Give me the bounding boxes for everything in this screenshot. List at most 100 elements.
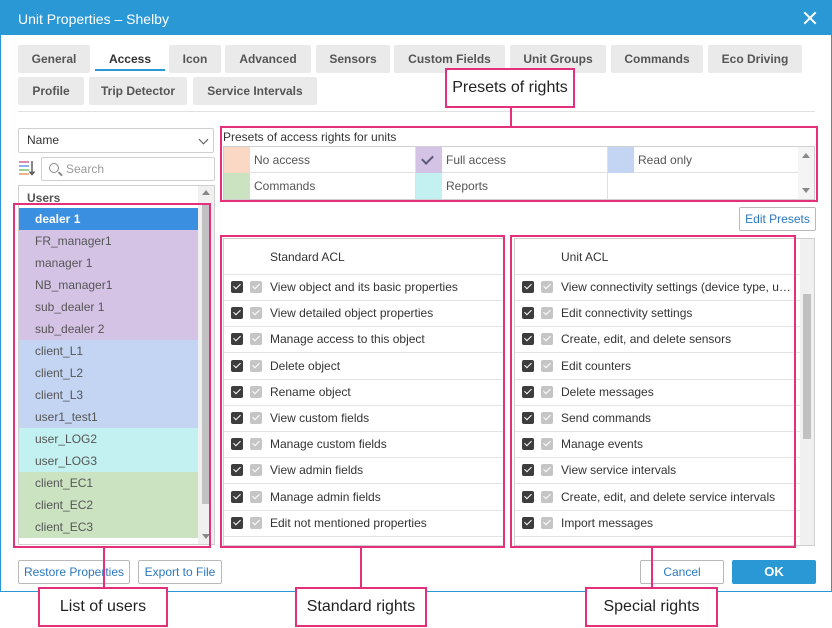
checkbox-inherited[interactable] bbox=[541, 281, 553, 293]
checkbox-inherited[interactable] bbox=[250, 516, 262, 529]
user-list-item[interactable]: NB_manager1 bbox=[19, 274, 198, 296]
user-list-item[interactable]: client_EC3 bbox=[19, 516, 198, 538]
tab-trip-detector[interactable]: Trip Detector bbox=[89, 77, 187, 105]
ok-button[interactable]: OK bbox=[732, 560, 816, 584]
checkbox-inherited[interactable] bbox=[541, 464, 553, 477]
checkbox-checked[interactable] bbox=[231, 307, 243, 320]
checkbox-inherited[interactable] bbox=[541, 412, 553, 424]
checkbox-inherited[interactable] bbox=[250, 359, 262, 372]
unit-acl-panel: Unit ACL View connectivity settings (dev… bbox=[514, 238, 815, 546]
checkbox-inherited[interactable] bbox=[541, 438, 553, 451]
users-scrollbar[interactable] bbox=[198, 186, 214, 544]
checkbox-inherited[interactable] bbox=[250, 464, 262, 477]
acl-right-label: Edit connectivity settings bbox=[561, 306, 693, 321]
search-input[interactable] bbox=[66, 161, 206, 177]
edit-presets-button[interactable]: Edit Presets bbox=[739, 207, 816, 231]
checkbox-checked[interactable] bbox=[522, 281, 534, 293]
preset-reports[interactable]: Reports bbox=[416, 173, 608, 199]
tab-profile[interactable]: Profile bbox=[18, 77, 84, 105]
user-list-item[interactable]: FR_manager1 bbox=[19, 230, 198, 252]
checkbox-checked[interactable] bbox=[231, 490, 243, 503]
preset-label: Read only bbox=[638, 153, 693, 167]
checkbox-checked[interactable] bbox=[231, 464, 243, 477]
checkbox-checked[interactable] bbox=[522, 359, 534, 372]
scroll-up-icon[interactable] bbox=[202, 190, 210, 195]
scroll-thumb[interactable] bbox=[803, 294, 811, 439]
checkbox-checked[interactable] bbox=[231, 359, 243, 372]
user-list-item[interactable]: dealer 1 bbox=[19, 208, 198, 230]
preset-swatch bbox=[416, 173, 442, 199]
checkbox-inherited[interactable] bbox=[541, 359, 553, 372]
preset-swatch bbox=[224, 147, 250, 173]
sort-select[interactable]: Name bbox=[18, 128, 214, 153]
sort-color-icon[interactable] bbox=[18, 159, 36, 177]
checkbox-checked[interactable] bbox=[231, 281, 243, 293]
tab-access[interactable]: Access bbox=[95, 45, 165, 73]
acl-row: Delete messages bbox=[515, 380, 800, 406]
checkbox-checked[interactable] bbox=[522, 385, 534, 398]
checkbox-inherited[interactable] bbox=[250, 333, 262, 346]
tab-commands[interactable]: Commands bbox=[611, 45, 703, 73]
scroll-thumb[interactable] bbox=[202, 204, 211, 504]
checkbox-checked[interactable] bbox=[522, 333, 534, 346]
user-list-item[interactable]: user1_test1 bbox=[19, 406, 198, 428]
preset-no-access[interactable]: No access bbox=[224, 147, 416, 173]
scroll-up-icon[interactable] bbox=[802, 153, 810, 158]
checkbox-checked[interactable] bbox=[522, 516, 534, 529]
checkbox-inherited[interactable] bbox=[541, 333, 553, 346]
checkbox-inherited[interactable] bbox=[541, 516, 553, 529]
checkbox-inherited[interactable] bbox=[250, 281, 262, 293]
unit-acl-title: Unit ACL bbox=[561, 250, 609, 264]
checkbox-inherited[interactable] bbox=[250, 438, 262, 451]
checkbox-checked[interactable] bbox=[522, 307, 534, 320]
checkbox-checked[interactable] bbox=[522, 412, 534, 424]
special-connector bbox=[651, 548, 653, 589]
tab-service-intervals[interactable]: Service Intervals bbox=[193, 77, 317, 105]
unit-acl-scrollbar[interactable] bbox=[800, 239, 814, 545]
export-to-file-button[interactable]: Export to File bbox=[138, 560, 222, 584]
search-box bbox=[41, 157, 215, 181]
checkbox-inherited[interactable] bbox=[250, 385, 262, 398]
user-list-item[interactable]: sub_dealer 2 bbox=[19, 318, 198, 340]
user-list-item[interactable]: client_L2 bbox=[19, 362, 198, 384]
user-list-item[interactable]: client_EC1 bbox=[19, 472, 198, 494]
checkbox-inherited[interactable] bbox=[250, 412, 262, 424]
close-icon[interactable] bbox=[801, 9, 819, 27]
checkbox-inherited[interactable] bbox=[250, 307, 262, 320]
chevron-down-icon bbox=[198, 134, 209, 145]
checkbox-checked[interactable] bbox=[522, 438, 534, 451]
checkbox-checked[interactable] bbox=[522, 490, 534, 503]
scroll-down-icon[interactable] bbox=[802, 188, 810, 193]
checkbox-inherited[interactable] bbox=[541, 307, 553, 320]
checkbox-checked[interactable] bbox=[231, 385, 243, 398]
user-list-item[interactable]: user_LOG3 bbox=[19, 450, 198, 472]
tab-general[interactable]: General bbox=[18, 45, 90, 73]
checkbox-checked[interactable] bbox=[231, 333, 243, 346]
acl-row: View admin fields bbox=[224, 458, 504, 485]
preset-full-access[interactable]: Full access bbox=[416, 147, 608, 173]
checkbox-checked[interactable] bbox=[231, 412, 243, 424]
checkbox-inherited[interactable] bbox=[541, 490, 553, 503]
acl-row: Manage access to this object bbox=[224, 327, 504, 354]
presets-grid: No access Full access Read only Commands… bbox=[223, 146, 815, 200]
preset-read-only[interactable]: Read only bbox=[608, 147, 800, 173]
user-list-item[interactable]: client_L1 bbox=[19, 340, 198, 362]
checkbox-checked[interactable] bbox=[231, 438, 243, 451]
restore-properties-button[interactable]: Restore Properties bbox=[18, 560, 130, 584]
tab-sensors[interactable]: Sensors bbox=[316, 45, 390, 73]
tab-icon[interactable]: Icon bbox=[169, 45, 221, 73]
checkbox-checked[interactable] bbox=[522, 464, 534, 477]
presets-scrollbar[interactable] bbox=[798, 147, 814, 199]
checkbox-checked[interactable] bbox=[231, 516, 243, 529]
user-list-item[interactable]: manager 1 bbox=[19, 252, 198, 274]
preset-commands[interactable]: Commands bbox=[224, 173, 416, 199]
tab-advanced[interactable]: Advanced bbox=[225, 45, 311, 73]
scroll-down-icon[interactable] bbox=[202, 534, 210, 539]
user-list-item[interactable]: sub_dealer 1 bbox=[19, 296, 198, 318]
user-list-item[interactable]: user_LOG2 bbox=[19, 428, 198, 450]
user-list-item[interactable]: client_EC2 bbox=[19, 494, 198, 516]
tab-eco-driving[interactable]: Eco Driving bbox=[708, 45, 802, 73]
user-list-item[interactable]: client_L3 bbox=[19, 384, 198, 406]
checkbox-inherited[interactable] bbox=[541, 385, 553, 398]
checkbox-inherited[interactable] bbox=[250, 490, 262, 503]
